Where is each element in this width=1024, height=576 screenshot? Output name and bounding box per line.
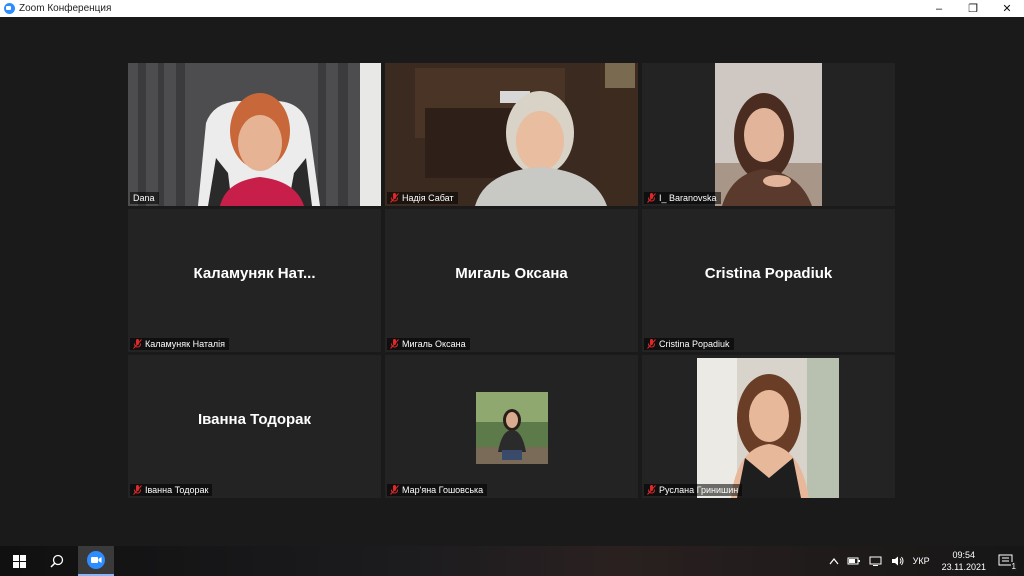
participant-tile-ruslana-hrynyshyn[interactable]: Руслана Гринишин xyxy=(642,355,895,498)
participant-tile-myhal-oksana[interactable]: Мигаль Оксана Мигаль Оксана xyxy=(385,209,638,352)
tray-overflow-chevron-icon[interactable] xyxy=(829,557,839,565)
participant-display-name: Каламуняк Нат... xyxy=(193,265,316,282)
participant-name: Cristina Popadiuk xyxy=(659,339,730,349)
participant-tile-cristina-popadiuk[interactable]: Cristina Popadiuk Cristina Popadiuk xyxy=(642,209,895,352)
muted-microphone-icon xyxy=(647,339,656,349)
volume-icon[interactable] xyxy=(891,556,905,566)
participant-tile-nadiia-sabat[interactable]: Надія Сабат xyxy=(385,63,638,206)
notification-count-badge: 1 xyxy=(1010,562,1017,571)
battery-icon[interactable] xyxy=(847,556,861,566)
minimize-button[interactable]: – xyxy=(922,0,956,17)
participant-name-label: Cristina Popadiuk xyxy=(644,338,734,350)
gallery-view: Dana Надія Сабат I_ Baranovska Каламуняк… xyxy=(0,17,1024,546)
input-language[interactable]: УКР xyxy=(913,556,930,566)
participant-video xyxy=(128,63,381,206)
participant-name: Руслана Гринишин xyxy=(659,485,739,495)
muted-microphone-icon xyxy=(390,339,399,349)
participant-avatar xyxy=(697,358,839,498)
window-controls: – ❐ ✕ xyxy=(922,0,1024,17)
participant-tile-dana[interactable]: Dana xyxy=(128,63,381,206)
participant-name: Мар'яна Гошовська xyxy=(402,485,484,495)
participant-video xyxy=(642,63,895,206)
taskbar-clock[interactable]: 09:54 23.11.2021 xyxy=(942,549,986,573)
muted-microphone-icon xyxy=(133,485,142,495)
clock-time: 09:54 xyxy=(952,550,976,560)
participant-video xyxy=(385,63,638,206)
zoom-app-icon xyxy=(4,3,15,14)
participant-name: Надія Сабат xyxy=(402,193,454,203)
window-title-bar: Zoom Конференция – ❐ ✕ xyxy=(0,0,1024,17)
search-icon xyxy=(50,554,64,568)
close-button[interactable]: ✕ xyxy=(990,0,1024,17)
participant-name: Мигаль Оксана xyxy=(402,339,466,349)
participant-name-label: Іванна Тодорак xyxy=(130,484,213,496)
participant-name-label: Руслана Гринишин xyxy=(644,484,743,496)
zoom-app-icon xyxy=(87,551,105,569)
participant-name-label: Dana xyxy=(130,192,159,204)
participant-tile-kalamuniak-natalia[interactable]: Каламуняк Нат... Каламуняк Наталія xyxy=(128,209,381,352)
participant-name: Іванна Тодорак xyxy=(145,485,209,495)
participant-tile-ivanna-todorak[interactable]: Іванна Тодорак Іванна Тодорак xyxy=(128,355,381,498)
participant-display-name: Іванна Тодорак xyxy=(197,411,312,428)
participant-name-label: I_ Baranovska xyxy=(644,192,721,204)
participant-avatar xyxy=(476,392,548,464)
participant-name-label: Каламуняк Наталія xyxy=(130,338,230,350)
participant-display-name: Мигаль Оксана xyxy=(455,265,568,282)
participant-name: Dana xyxy=(133,193,155,203)
participant-tile-i-baranovska[interactable]: I_ Baranovska xyxy=(642,63,895,206)
muted-microphone-icon xyxy=(647,485,656,495)
muted-microphone-icon xyxy=(390,193,399,203)
windows-taskbar: УКР 09:54 23.11.2021 1 xyxy=(0,546,1024,576)
restore-button[interactable]: ❐ xyxy=(956,0,990,17)
muted-microphone-icon xyxy=(390,485,399,495)
participant-tile-mariana-hoshovska[interactable]: Мар'яна Гошовська xyxy=(385,355,638,498)
windows-logo-icon xyxy=(12,554,26,568)
muted-microphone-icon xyxy=(647,193,656,203)
participant-name-label: Мигаль Оксана xyxy=(387,338,470,350)
search-button[interactable] xyxy=(38,546,76,576)
participant-name: I_ Baranovska xyxy=(659,193,717,203)
participant-name-label: Надія Сабат xyxy=(387,192,458,204)
taskbar-zoom-app[interactable] xyxy=(78,546,114,576)
notification-center-icon[interactable]: 1 xyxy=(998,554,1017,571)
network-icon[interactable] xyxy=(869,556,883,566)
participant-display-name: Cristina Popadiuk xyxy=(704,265,833,282)
participant-name: Каламуняк Наталія xyxy=(145,339,226,349)
system-tray: УКР 09:54 23.11.2021 1 xyxy=(825,546,1024,576)
muted-microphone-icon xyxy=(133,339,142,349)
clock-date: 23.11.2021 xyxy=(941,562,986,572)
start-button[interactable] xyxy=(0,546,38,576)
participant-name-label: Мар'яна Гошовська xyxy=(387,484,488,496)
window-title: Zoom Конференция xyxy=(19,3,112,14)
